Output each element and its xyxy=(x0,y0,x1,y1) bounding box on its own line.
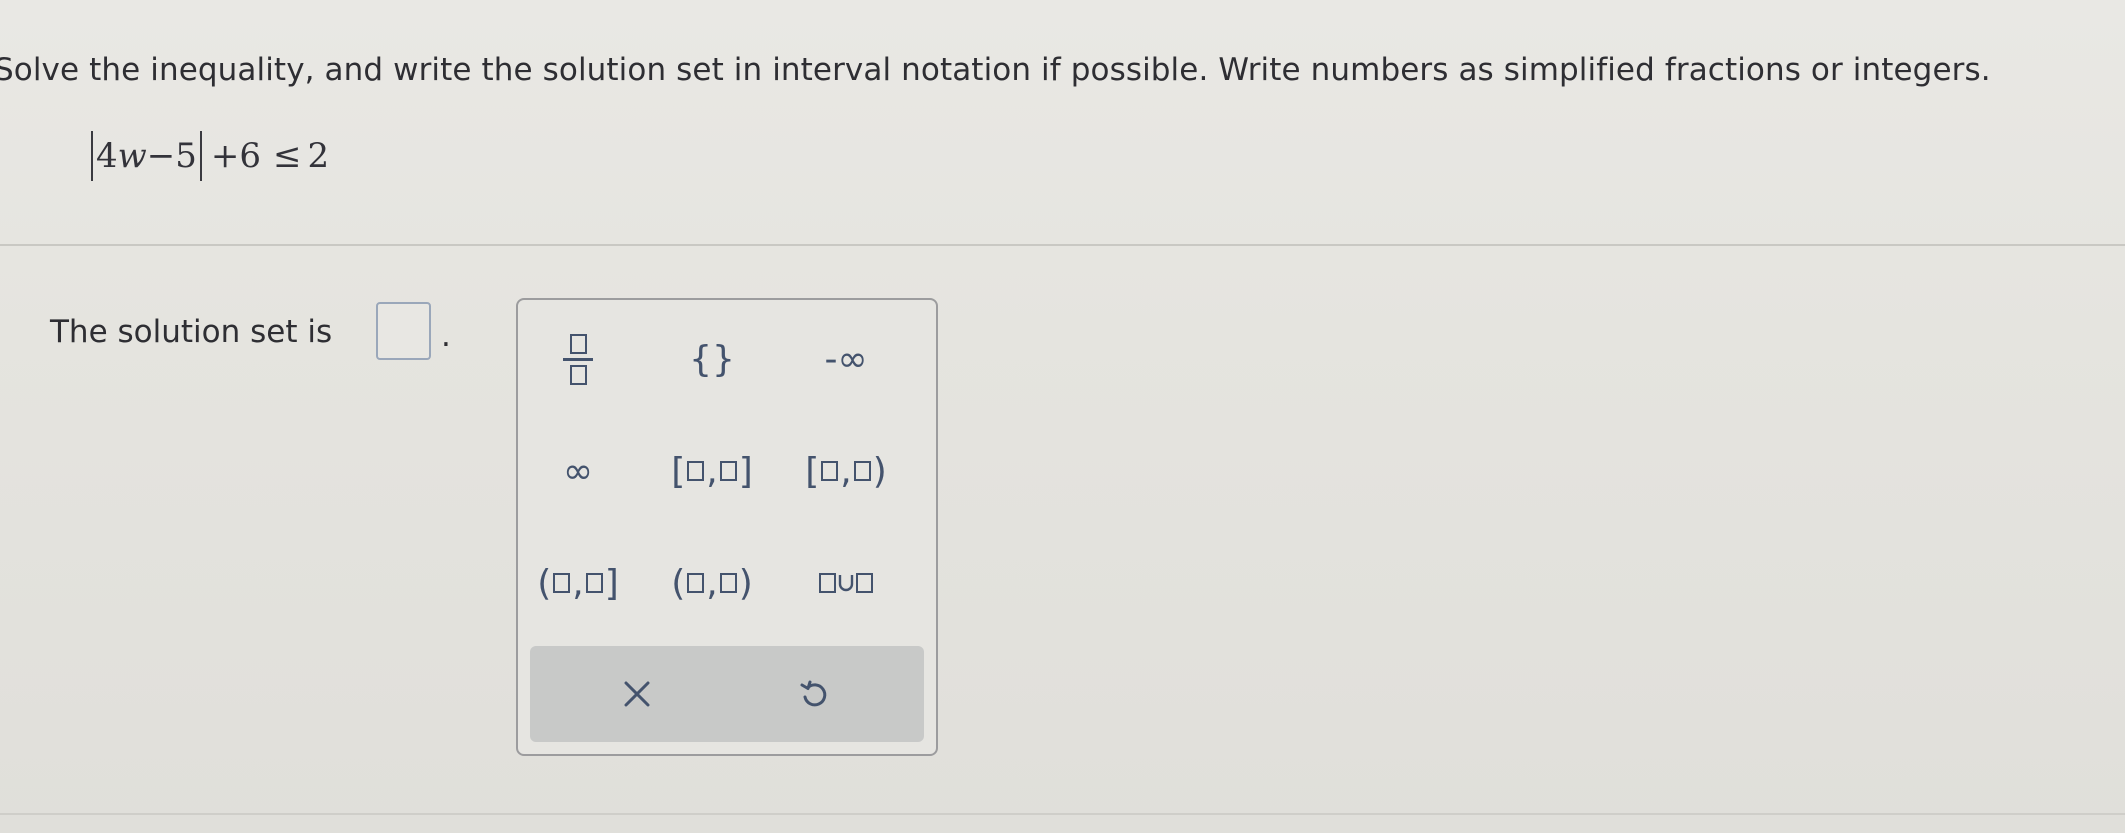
inequality-expression: 4 w −5 +6 ≤ 2 xyxy=(88,128,329,184)
added-term: +6 xyxy=(210,136,261,176)
abs-coefficient: 4 xyxy=(96,136,118,176)
open-closed-interval-button[interactable]: (,] xyxy=(518,548,638,618)
closed-interval-button[interactable]: [,] xyxy=(652,436,772,506)
fraction-icon xyxy=(563,333,593,385)
union-icon xyxy=(819,573,873,593)
fraction-button[interactable] xyxy=(518,324,638,394)
answer-period: . xyxy=(441,318,451,354)
section-divider xyxy=(0,244,2125,246)
question-instructions: Solve the inequality, and write the solu… xyxy=(0,52,1991,88)
solution-label: The solution set is xyxy=(50,314,333,350)
x-icon xyxy=(624,681,650,707)
palette-action-bar xyxy=(530,646,924,742)
variable: w xyxy=(117,136,147,176)
abs-bar-right xyxy=(199,131,202,181)
closed-open-interval-button[interactable]: [,) xyxy=(786,436,906,506)
abs-bar-left xyxy=(91,131,93,181)
open-interval-icon: (,) xyxy=(671,562,753,604)
abs-constant: −5 xyxy=(146,136,197,176)
undo-button[interactable] xyxy=(760,654,870,734)
open-interval-button[interactable]: (,) xyxy=(652,548,772,618)
clear-button[interactable] xyxy=(582,654,692,734)
page-bottom-divider xyxy=(0,813,2125,815)
empty-set-label: {} xyxy=(689,338,735,380)
negative-infinity-label: -∞ xyxy=(824,338,868,380)
right-hand-side: 2 xyxy=(307,136,330,176)
open-closed-interval-icon: (,] xyxy=(537,562,619,604)
union-button[interactable] xyxy=(786,548,906,618)
undo-icon xyxy=(800,680,827,707)
negative-infinity-button[interactable]: -∞ xyxy=(786,324,906,394)
relation-symbol: ≤ xyxy=(273,136,302,176)
infinity-label: ∞ xyxy=(563,450,593,492)
closed-open-interval-icon: [,) xyxy=(805,450,887,492)
infinity-button[interactable]: ∞ xyxy=(518,436,638,506)
answer-input[interactable] xyxy=(376,302,431,360)
math-palette: {} -∞ ∞ [,] [,) (,] (,) xyxy=(516,298,938,756)
empty-set-button[interactable]: {} xyxy=(652,324,772,394)
closed-interval-icon: [,] xyxy=(671,450,753,492)
